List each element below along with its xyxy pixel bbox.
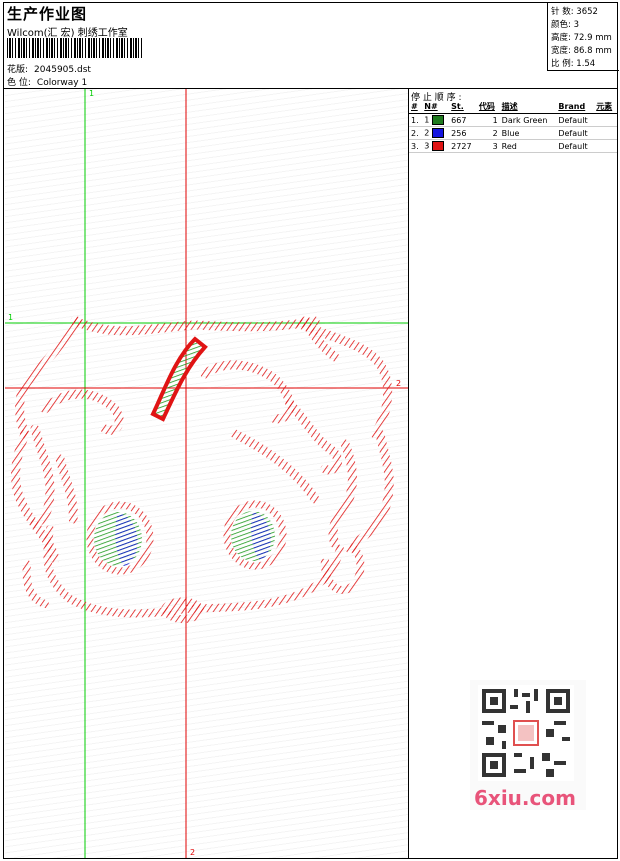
design-canvas[interactable]: 1 1 2 2: [5, 89, 408, 858]
stat-width: 宽度: 86.8 mm: [551, 46, 612, 56]
color-swatch: [431, 115, 444, 125]
hair-outline: [11, 316, 394, 564]
stat-colors: 颜色: 3: [551, 20, 579, 30]
stat-height: 高度: 72.9 mm: [551, 33, 612, 43]
col-header: #: [409, 100, 423, 114]
guide-label-h2: 2: [396, 379, 402, 388]
page-title: 生产作业图: [7, 5, 88, 23]
qr-code-icon: [478, 685, 574, 781]
left-eye: [86, 501, 154, 575]
col-header: Brand: [556, 100, 595, 114]
color-swatch: [431, 128, 444, 138]
col-header: 描述: [499, 100, 557, 114]
col-header: 元素: [594, 100, 617, 114]
colorway-value: Colorway 1: [36, 78, 88, 88]
guide-label-v1: 1: [89, 89, 95, 98]
green-strand: [150, 336, 208, 422]
colorway-label: 色 位:: [7, 78, 31, 88]
embroidery-design: [5, 89, 408, 858]
guide-label-h1: 1: [8, 313, 14, 322]
design-line: 花版: 2045905.dst: [7, 62, 91, 75]
design-label: 花版:: [7, 65, 29, 75]
table-header-row: # N# St. 代码 描述 Brand 元素: [409, 100, 617, 114]
right-eye: [223, 500, 287, 570]
guide-label-v2: 2: [190, 848, 196, 857]
watermark: 6xiu.com: [470, 680, 586, 810]
table-row[interactable]: 3. 3 2727 3 Red Default: [409, 139, 617, 153]
barcode: [7, 38, 143, 58]
design-value: 2045905.dst: [34, 65, 91, 75]
face-outline: [22, 525, 344, 624]
col-header: St.: [449, 100, 477, 114]
header: 生产作业图 Wilcom(汇 宏) 刺绣工作室 花版: 2045905.dst 色…: [3, 2, 619, 89]
stat-scale: 比 例: 1.54: [551, 59, 596, 69]
col-header: N#: [422, 100, 450, 114]
colorway-line: 色 位: Colorway 1: [7, 75, 87, 88]
table-row[interactable]: 1. 1 667 1 Dark Green Default: [409, 113, 617, 127]
company-name: Wilcom(汇 宏) 刺绣工作室: [7, 28, 128, 39]
watermark-text: 6xiu.com: [474, 786, 576, 810]
stop-sequence-table: # N# St. 代码 描述 Brand 元素 1. 1 667 1 Dark …: [409, 100, 617, 153]
stat-stitches: 针 数: 3652: [551, 7, 598, 17]
table-row[interactable]: 2. 2 256 2 Blue Default: [409, 126, 617, 140]
col-header: 代码: [476, 100, 500, 114]
stats-box: 针 数: 3652 颜色: 3 高度: 72.9 mm 宽度: 86.8 mm …: [547, 2, 619, 71]
color-swatch: [431, 141, 444, 151]
